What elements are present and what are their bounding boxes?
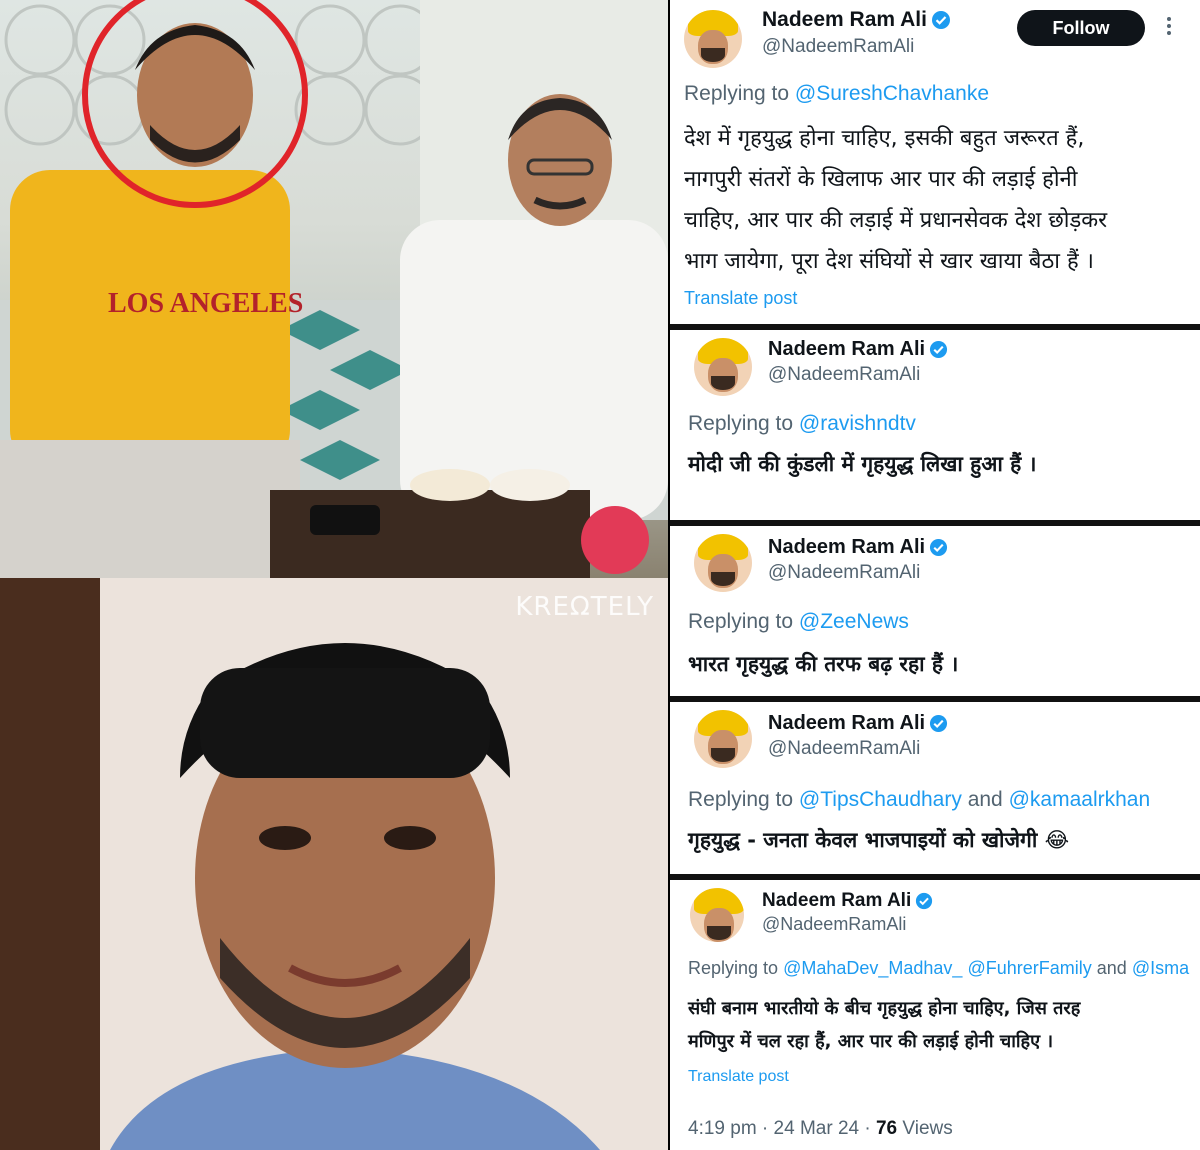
- photo-man-skullcap: KREΩTELY: [0, 578, 668, 1150]
- author-name-text: Nadeem Ram Ali: [768, 712, 926, 734]
- author-name[interactable]: Nadeem Ram Ali: [762, 8, 951, 32]
- tweet-text: देश में गृहयुद्ध होना चाहिए, इसकी बहुत ज…: [684, 126, 1108, 274]
- views-label: Views: [902, 1118, 953, 1139]
- mention-link[interactable]: @Isma: [1132, 958, 1189, 978]
- mention-link[interactable]: @MahaDev_Madhav_: [783, 958, 962, 978]
- author-name-text: Nadeem Ram Ali: [768, 338, 926, 360]
- author-handle[interactable]: @NadeemRamAli: [768, 364, 920, 386]
- verified-badge-icon: [930, 715, 948, 733]
- tweet-text: भारत गृहयुद्ध की तरफ बढ़ रहा हैं ।: [688, 652, 959, 676]
- avatar[interactable]: [694, 338, 752, 396]
- replying-to: Replying to @MahaDev_Madhav_ @FuhrerFami…: [688, 958, 1190, 978]
- mention-link[interactable]: @TipsChaudhary: [799, 788, 962, 811]
- author-name[interactable]: Nadeem Ram Ali: [768, 536, 948, 559]
- verified-badge-icon: [930, 539, 948, 557]
- tweet-meta: 4:19 pm · 24 Mar 24 · 76 Views: [688, 1118, 953, 1139]
- more-options-icon[interactable]: [1164, 14, 1174, 40]
- author-name[interactable]: Nadeem Ram Ali: [762, 890, 933, 912]
- author-handle[interactable]: @NadeemRamAli: [768, 738, 920, 760]
- replying-to: Replying to @ZeeNews: [688, 610, 909, 633]
- verified-badge-icon: [931, 11, 950, 30]
- author-name[interactable]: Nadeem Ram Ali: [768, 338, 948, 361]
- author-handle[interactable]: @NadeemRamAli: [762, 914, 906, 935]
- translate-post-link[interactable]: Translate post: [684, 288, 797, 309]
- tweet-text: गृहयुद्ध - जनता केवल भाजपाइयों को खोजेगी…: [688, 828, 1070, 852]
- photo-man-yellow-shirt-with-politician: LOS ANGELES: [0, 0, 668, 578]
- replying-to: Replying to @TipsChaudhary and @kamaalrk…: [688, 788, 1151, 811]
- views-count: 76: [875, 1118, 898, 1139]
- mention-link[interactable]: @ravishndtv: [799, 412, 916, 435]
- mention-link[interactable]: @ZeeNews: [799, 610, 909, 633]
- author-handle[interactable]: @NadeemRamAli: [768, 562, 920, 584]
- tweet-text: संघी बनाम भारतीयो के बीच गृहयुद्ध होना च…: [688, 998, 1081, 1052]
- verified-badge-icon: [930, 341, 948, 359]
- follow-button[interactable]: Follow: [1017, 10, 1145, 46]
- tweet-collage: Nadeem Ram Ali @NadeemRamAli Follow Repl…: [670, 0, 1200, 1150]
- author-name-text: Nadeem Ram Ali: [762, 890, 912, 911]
- tweet-card: Nadeem Ram Ali @NadeemRamAli Replying to…: [670, 702, 1200, 872]
- author-name-text: Nadeem Ram Ali: [768, 536, 926, 558]
- replying-to: Replying to @SureshChavhanke: [684, 82, 990, 105]
- tweet-date[interactable]: 24 Mar 24: [774, 1118, 860, 1139]
- avatar[interactable]: [690, 888, 744, 942]
- tweet-card: Nadeem Ram Ali @NadeemRamAli Replying to…: [670, 880, 1200, 1150]
- translate-post-link[interactable]: Translate post: [688, 1068, 789, 1086]
- tweet-text: मोदी जी की कुंडली में गृहयुद्ध लिखा हुआ …: [688, 452, 1037, 476]
- avatar[interactable]: [684, 10, 742, 68]
- tweet-time[interactable]: 4:19 pm: [688, 1118, 757, 1139]
- tweet-card: Nadeem Ram Ali @NadeemRamAli Replying to…: [670, 330, 1200, 518]
- mention-link[interactable]: @kamaalrkhan: [1009, 788, 1151, 811]
- author-handle[interactable]: @NadeemRamAli: [762, 36, 914, 58]
- shirt-text: LOS ANGELES: [108, 288, 303, 319]
- avatar[interactable]: [694, 710, 752, 768]
- watermark-text: KREΩTELY: [515, 592, 654, 622]
- replying-to: Replying to @ravishndtv: [688, 412, 916, 435]
- verified-badge-icon: [916, 892, 933, 910]
- author-name-text: Nadeem Ram Ali: [762, 8, 927, 31]
- mention-link[interactable]: @SureshChavhanke: [795, 82, 989, 105]
- tweet-card: Nadeem Ram Ali @NadeemRamAli Replying to…: [670, 526, 1200, 694]
- author-name[interactable]: Nadeem Ram Ali: [768, 712, 948, 735]
- tweet-card: Nadeem Ram Ali @NadeemRamAli Follow Repl…: [670, 0, 1200, 326]
- photo-illustration: [0, 578, 668, 1150]
- photo-illustration: LOS ANGELES: [0, 0, 668, 578]
- avatar[interactable]: [694, 534, 752, 592]
- mention-link[interactable]: @FuhrerFamily: [967, 958, 1091, 978]
